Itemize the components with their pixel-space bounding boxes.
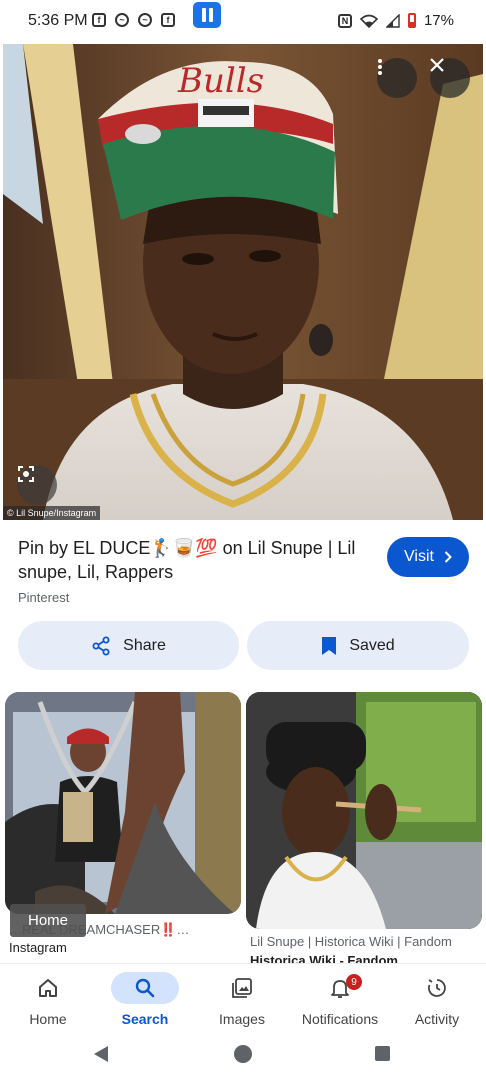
wifi-icon	[359, 14, 378, 28]
more-options-button[interactable]	[377, 58, 417, 98]
share-label: Share	[123, 636, 166, 654]
result-source: Pinterest	[18, 590, 70, 605]
share-icon	[92, 636, 110, 655]
svg-text:Bulls: Bulls	[177, 61, 264, 101]
battery-percent: 17%	[423, 12, 454, 29]
share-button[interactable]: Share	[18, 621, 239, 670]
close-button[interactable]	[430, 58, 470, 98]
related-caption-2[interactable]: Lil Snupe | Historica Wiki | Fandom	[250, 934, 482, 949]
home-icon	[39, 979, 57, 997]
visit-button[interactable]: Visit	[387, 537, 469, 577]
result-title[interactable]: Pin by EL DUCE🏌🥃💯 on Lil Snupe | Lil snu…	[18, 536, 368, 584]
close-icon	[430, 58, 444, 72]
images-icon	[232, 978, 252, 998]
nav-search[interactable]: Search	[100, 964, 190, 1036]
activity-icon	[428, 979, 446, 997]
recents-icon[interactable]	[375, 1046, 390, 1061]
home-nav-icon[interactable]	[234, 1045, 252, 1063]
more-vert-icon	[378, 59, 382, 75]
nav-search-label: Search	[121, 1011, 169, 1027]
nav-activity[interactable]: Activity	[392, 964, 482, 1036]
visit-label: Visit	[404, 548, 434, 565]
nav-home[interactable]: Home	[3, 964, 93, 1036]
status-time: 5:36 PM	[28, 12, 88, 29]
bottom-nav: Home Search Images 9 Notifications Activ…	[0, 963, 486, 1035]
pause-app-icon	[193, 2, 221, 28]
notification-icons: f ~ ~ f	[92, 13, 175, 27]
search-icon	[135, 978, 155, 998]
signal-icon	[385, 13, 400, 28]
nav-notifications[interactable]: 9 Notifications	[295, 964, 385, 1036]
battery-icon	[407, 13, 416, 28]
messenger-icon: ~	[115, 13, 129, 27]
home-tooltip: Home	[10, 904, 86, 937]
related-image-2[interactable]	[246, 692, 482, 929]
notification-badge: 9	[346, 974, 362, 990]
image-credit: © Lil Snupe/Instagram	[3, 506, 101, 520]
nav-home-label: Home	[29, 1011, 67, 1027]
related-image-1[interactable]	[5, 692, 241, 914]
facebook-icon: f	[92, 13, 106, 27]
saved-button[interactable]: Saved	[247, 621, 469, 670]
status-bar: 5:36 PM f ~ ~ f N 17%	[0, 0, 486, 42]
hero-photo: Bulls	[3, 44, 483, 520]
nav-images[interactable]: Images	[197, 964, 287, 1036]
messenger-icon: ~	[138, 13, 152, 27]
nav-images-label: Images	[219, 1011, 265, 1027]
facebook-icon: f	[161, 13, 175, 27]
related-photo-2	[246, 692, 482, 929]
system-nav-bar	[0, 1035, 486, 1080]
lens-icon	[18, 466, 34, 482]
lens-button[interactable]	[17, 465, 57, 505]
related-photo-1	[5, 692, 241, 914]
caption-1-ellipsis: …	[176, 922, 190, 937]
related-source-1: Instagram	[9, 940, 67, 955]
bookmark-icon	[322, 636, 337, 655]
caption-1-emoji: ‼️	[160, 922, 177, 937]
nav-activity-label: Activity	[414, 1011, 460, 1027]
saved-label: Saved	[349, 636, 395, 654]
status-right: N 17%	[337, 12, 454, 29]
back-icon[interactable]	[93, 1045, 109, 1063]
nav-notifications-label: Notifications	[301, 1011, 379, 1027]
chevron-right-icon	[444, 551, 452, 563]
hero-image[interactable]: Bulls © Lil Snupe/Instagram	[3, 44, 483, 520]
nfc-icon: N	[337, 13, 352, 28]
result-info: Pin by EL DUCE🏌🥃💯 on Lil Snupe | Lil snu…	[18, 536, 368, 605]
